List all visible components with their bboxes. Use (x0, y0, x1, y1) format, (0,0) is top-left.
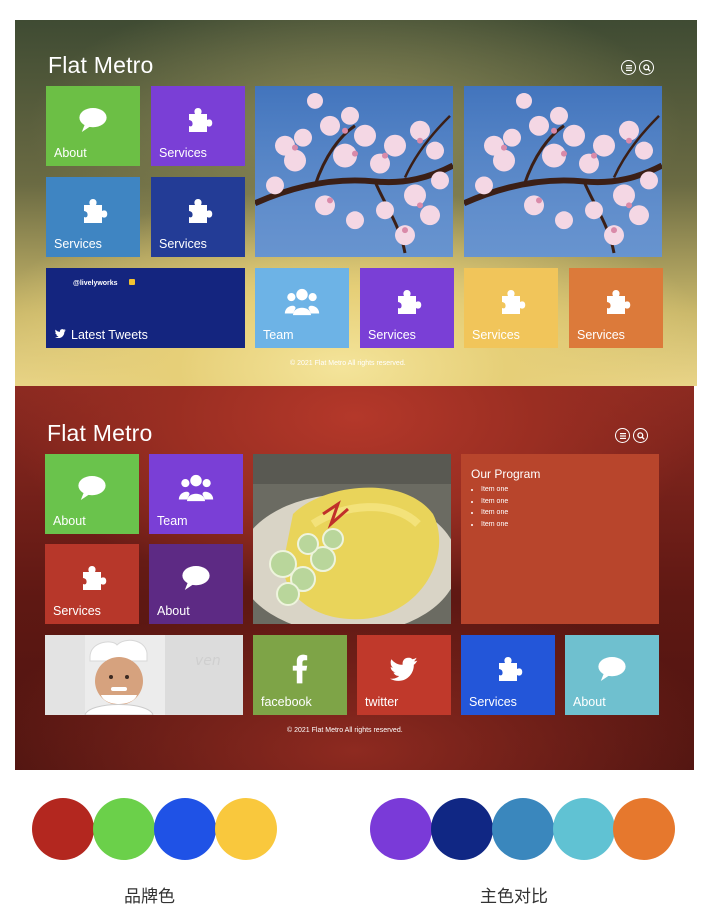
tile-label: Services (469, 695, 517, 709)
speech-bubble-icon (180, 564, 212, 592)
tile-facebook[interactable]: facebook (253, 635, 347, 715)
tile-about[interactable]: About (565, 635, 659, 715)
tile-label: About (53, 514, 86, 528)
search-icon[interactable] (639, 60, 654, 75)
color-swatch (370, 798, 432, 860)
cherry-blossom-photo[interactable] (464, 86, 662, 257)
program-title: Our Program (471, 467, 541, 481)
color-swatch (215, 798, 277, 860)
tile-about[interactable]: About (46, 86, 140, 166)
tile-label: twitter (365, 695, 399, 709)
puzzle-icon (77, 563, 107, 593)
header-icons (621, 60, 654, 75)
tile-our-program[interactable]: Our Program Item one Item one Item one I… (461, 454, 659, 624)
tile-services[interactable]: Services (151, 86, 245, 166)
color-swatch (553, 798, 615, 860)
list-item: Item one (481, 496, 508, 508)
tile-about[interactable]: About (45, 454, 139, 534)
color-swatch (613, 798, 675, 860)
puzzle-icon (493, 654, 523, 684)
emoji-icon (129, 279, 135, 285)
tile-latest-tweets[interactable]: @livelyworks Latest Tweets (46, 268, 245, 348)
tile-services[interactable]: Services (151, 177, 245, 257)
program-list: Item one Item one Item one Item one (471, 484, 508, 530)
palette-caption: 品牌色 (124, 887, 175, 906)
tile-label: Services (577, 328, 625, 342)
twitter-icon (55, 329, 66, 338)
color-swatch (32, 798, 94, 860)
tile-label: Latest Tweets (71, 328, 148, 342)
brand-title[interactable]: Flat Metro (48, 52, 154, 79)
tile-services[interactable]: Services (461, 635, 555, 715)
tile-label: Services (54, 237, 102, 251)
tile-about[interactable]: About (149, 544, 243, 624)
puzzle-icon (183, 196, 213, 226)
twitter-handle[interactable]: @livelyworks (73, 280, 118, 287)
color-swatch (154, 798, 216, 860)
brand-title[interactable]: Flat Metro (47, 420, 153, 447)
search-icon[interactable] (633, 428, 648, 443)
tile-services[interactable]: Services (360, 268, 454, 348)
menu-icon[interactable] (615, 428, 630, 443)
food-omelette-photo[interactable] (253, 454, 451, 624)
footer-copyright: © 2021 Flat Metro All rights reserved. (287, 727, 403, 734)
tile-services[interactable]: Services (46, 177, 140, 257)
tile-label: Services (368, 328, 416, 342)
puzzle-icon (496, 287, 526, 317)
color-swatch (431, 798, 493, 860)
puzzle-icon (601, 287, 631, 317)
team-icon (284, 287, 320, 317)
palette-caption: 主色对比 (480, 887, 548, 906)
facebook-icon (292, 654, 308, 684)
list-item: Item one (481, 484, 508, 496)
chef-portrait-photo[interactable] (45, 635, 243, 715)
puzzle-icon (392, 287, 422, 317)
tile-team[interactable]: Team (255, 268, 349, 348)
tile-label: Services (472, 328, 520, 342)
tile-label: facebook (261, 695, 312, 709)
menu-icon[interactable] (621, 60, 636, 75)
color-swatch (93, 798, 155, 860)
list-item: Item one (481, 519, 508, 531)
tile-label: Services (159, 146, 207, 160)
tile-label: Team (157, 514, 188, 528)
color-swatch (492, 798, 554, 860)
tile-label: About (157, 604, 190, 618)
team-icon (178, 473, 214, 503)
tile-services[interactable]: Services (464, 268, 558, 348)
speech-bubble-icon (596, 655, 628, 683)
footer-copyright: © 2021 Flat Metro All rights reserved. (290, 360, 406, 367)
tile-label: About (573, 695, 606, 709)
screenshot-yellow-theme: Flat Metro About Services Services Servi… (15, 20, 697, 386)
screenshot-red-theme: Flat Metro About Team Services About Our… (15, 386, 694, 770)
header-icons (615, 428, 648, 443)
tile-services[interactable]: Services (45, 544, 139, 624)
tile-label: About (54, 146, 87, 160)
twitter-icon (390, 657, 418, 681)
tile-team[interactable]: Team (149, 454, 243, 534)
tile-label: Services (159, 237, 207, 251)
tile-services[interactable]: Services (569, 268, 663, 348)
speech-bubble-icon (77, 106, 109, 134)
puzzle-icon (78, 196, 108, 226)
cherry-blossom-photo[interactable] (255, 86, 453, 257)
list-item: Item one (481, 507, 508, 519)
tile-twitter[interactable]: twitter (357, 635, 451, 715)
puzzle-icon (183, 105, 213, 135)
speech-bubble-icon (76, 474, 108, 502)
tile-label: Services (53, 604, 101, 618)
tile-label: Team (263, 328, 294, 342)
